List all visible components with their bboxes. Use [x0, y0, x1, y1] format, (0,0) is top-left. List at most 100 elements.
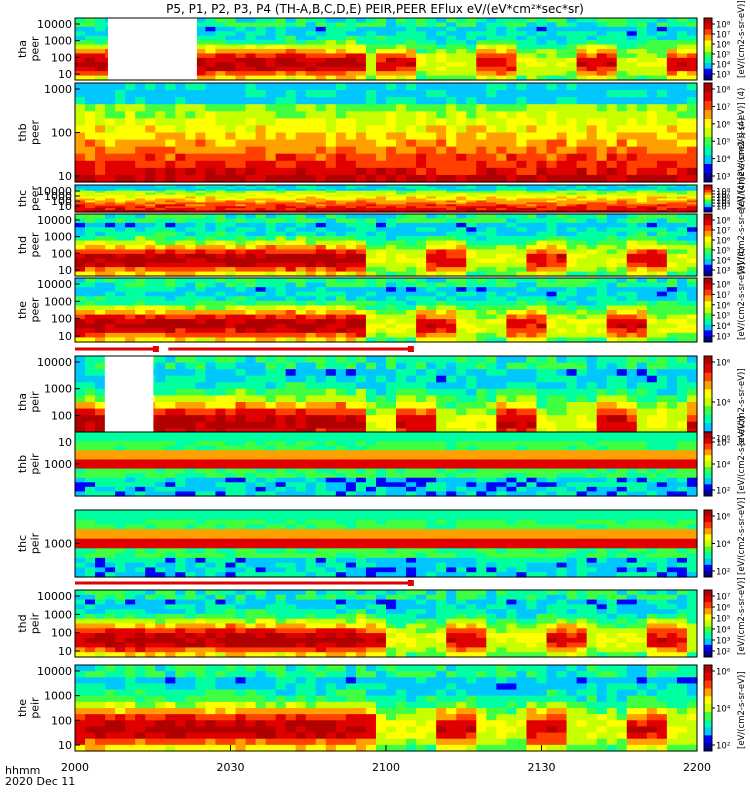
- spectrogram-cell: [556, 31, 568, 37]
- spectrogram-cell: [646, 111, 658, 119]
- spectrogram-cell: [416, 314, 427, 320]
- spectrogram-cell: [245, 314, 257, 320]
- spectrogram-cell: [195, 356, 207, 364]
- spectrogram-cell: [616, 139, 628, 148]
- spectrogram-cell: [115, 262, 126, 268]
- spectrogram-cell: [636, 125, 648, 134]
- spectrogram-cell: [285, 31, 297, 37]
- spectrogram-cell: [496, 26, 507, 32]
- spectrogram-cell: [145, 227, 156, 233]
- spectrogram-cell: [75, 395, 86, 403]
- spectrogram-cell: [275, 310, 287, 316]
- spectrogram-cell: [285, 104, 297, 112]
- spectrogram-cell: [626, 282, 638, 288]
- spectrogram-cell: [436, 31, 447, 37]
- spectrogram-cell: [275, 258, 287, 264]
- spectrogram-cell: [426, 62, 437, 68]
- spectrogram-cell: [275, 375, 287, 383]
- spectrogram-cell: [546, 66, 558, 72]
- spectrogram-cell: [335, 62, 347, 68]
- spectrogram-cell: [235, 231, 247, 237]
- spectrogram-cell: [205, 57, 217, 63]
- spectrogram-cell: [255, 132, 267, 141]
- spectrogram-cell: [626, 90, 638, 98]
- spectrogram-cell: [235, 167, 247, 176]
- spectrogram-cell: [436, 310, 447, 316]
- spectrogram-cell: [125, 236, 136, 242]
- spectrogram-cell: [606, 139, 618, 148]
- colorbar-step: [704, 236, 712, 243]
- spectrogram-cell: [265, 62, 277, 68]
- spectrogram-cell: [466, 44, 477, 50]
- spectrogram-cell: [215, 160, 227, 169]
- spectrogram-cell: [235, 31, 247, 37]
- spectrogram-cell: [636, 104, 648, 112]
- spectrogram-cell: [315, 240, 327, 246]
- spectrogram-cell: [446, 111, 457, 119]
- colorbar-tick-label: 10⁸: [716, 86, 731, 96]
- spectrogram-cell: [606, 332, 618, 339]
- spectrogram-cell: [265, 332, 277, 339]
- spectrogram-cell: [536, 300, 548, 307]
- spectrogram-cell: [536, 71, 548, 77]
- spectrogram-cell: [285, 125, 297, 134]
- spectrogram-cell: [165, 174, 176, 183]
- spectrogram-cell: [526, 218, 538, 224]
- spectrogram-cell: [325, 53, 337, 59]
- spectrogram-cell: [586, 62, 598, 68]
- spectrogram-cell: [255, 57, 267, 63]
- spectrogram-cell: [396, 44, 407, 50]
- spectrogram-cell: [105, 249, 116, 255]
- spectrogram-cell: [606, 240, 618, 246]
- spectrogram-cell: [145, 174, 156, 183]
- spectrogram-cell: [325, 214, 337, 220]
- spectrogram-cell: [115, 282, 126, 288]
- spectrogram-cell: [526, 314, 538, 320]
- spectrogram-cell: [406, 296, 417, 302]
- spectrogram-cell: [556, 104, 568, 112]
- spectrogram-cell: [526, 71, 538, 77]
- spectrogram-cell: [215, 375, 227, 383]
- spectrogram-cell: [446, 146, 457, 155]
- spectrogram-cell: [195, 153, 207, 162]
- spectrogram-cell: [626, 18, 638, 24]
- spectrogram-cell: [115, 310, 126, 316]
- spectrogram-cell: [636, 71, 648, 77]
- spectrogram-cell: [255, 291, 267, 297]
- spectrogram-cell: [536, 132, 548, 141]
- spectrogram-cell: [375, 174, 387, 183]
- spectrogram-cell: [275, 267, 287, 273]
- spectrogram-cell: [115, 300, 126, 307]
- spectrogram-cell: [375, 245, 387, 251]
- spectrogram-cell: [666, 26, 678, 32]
- spectrogram-cell: [235, 421, 247, 429]
- spectrogram-cell: [456, 62, 467, 68]
- spectrogram-cell: [345, 408, 357, 416]
- spectrogram-cell: [165, 153, 176, 162]
- spectrogram-cell: [315, 35, 327, 41]
- spectrogram-cell: [245, 421, 257, 429]
- y-axis-label: thepeer: [16, 297, 42, 323]
- spectrogram-cell: [295, 253, 307, 259]
- spectrogram-cell: [335, 323, 347, 329]
- spectrogram-cell: [115, 222, 126, 228]
- spectrogram-cell: [135, 90, 146, 98]
- spectrogram-cell: [436, 49, 447, 55]
- spectrogram-cell: [155, 231, 166, 237]
- spectrogram-cell: [345, 97, 357, 105]
- spectrogram-cell: [155, 240, 166, 246]
- spectrogram-cell: [125, 214, 136, 220]
- spectrogram-cell: [145, 249, 156, 255]
- spectrogram-cell: [636, 236, 648, 242]
- spectrogram-cell: [526, 132, 538, 141]
- spectrogram-cell: [446, 300, 457, 307]
- spectrogram-cell: [315, 300, 327, 307]
- spectrogram-cell: [305, 66, 317, 72]
- spectrogram-cell: [225, 356, 237, 364]
- spectrogram-cell: [656, 231, 668, 237]
- spectrogram-cell: [486, 328, 497, 334]
- spectrogram-cell: [275, 382, 287, 390]
- spectrogram-cell: [225, 146, 237, 155]
- spectrogram-cell: [85, 218, 96, 224]
- spectrogram-cell: [345, 83, 357, 91]
